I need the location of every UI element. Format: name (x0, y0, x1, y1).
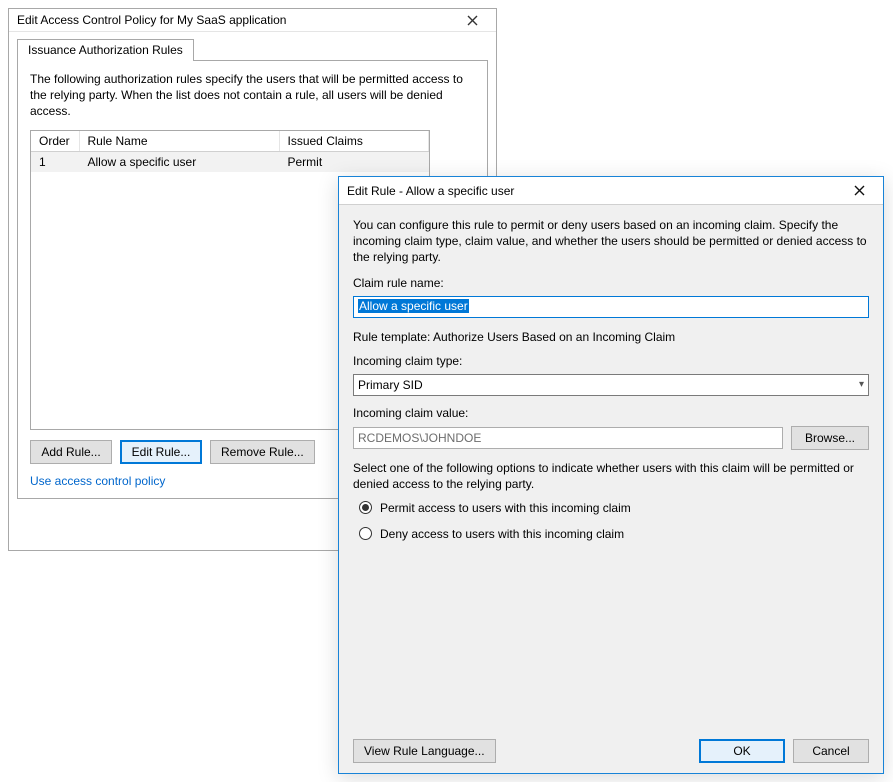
tab-issuance-authorization-rules[interactable]: Issuance Authorization Rules (17, 39, 194, 61)
cell-rule-name: Allow a specific user (79, 151, 279, 172)
remove-rule-button[interactable]: Remove Rule... (210, 440, 315, 464)
incoming-claim-type-select[interactable]: Primary SID ▾ (353, 374, 869, 396)
edit-rule-dialog: Edit Rule - Allow a specific user You ca… (338, 176, 884, 774)
edit-rule-button[interactable]: Edit Rule... (120, 440, 202, 464)
claim-rule-name-label: Claim rule name: (353, 276, 869, 290)
tab-strip: Issuance Authorization Rules (17, 38, 488, 60)
cell-issued-claims: Permit (279, 151, 429, 172)
col-order[interactable]: Order (31, 131, 79, 152)
close-icon[interactable] (454, 9, 490, 31)
incoming-claim-type-value: Primary SID (358, 378, 423, 392)
table-row[interactable]: 1 Allow a specific user Permit (31, 151, 429, 172)
col-issued-claims[interactable]: Issued Claims (279, 131, 429, 152)
incoming-claim-value-label: Incoming claim value: (353, 406, 869, 420)
close-icon[interactable] (841, 180, 877, 202)
radio-icon (359, 501, 372, 514)
options-intro-text: Select one of the following options to i… (353, 460, 869, 492)
rule-template-text: Rule template: Authorize Users Based on … (353, 330, 869, 344)
cancel-button[interactable]: Cancel (793, 739, 869, 763)
view-rule-language-button[interactable]: View Rule Language... (353, 739, 496, 763)
dialog-title: Edit Access Control Policy for My SaaS a… (17, 13, 286, 27)
chevron-down-icon: ▾ (859, 379, 864, 390)
claim-rule-name-input[interactable]: Allow a specific user (353, 296, 869, 318)
radio-permit-label: Permit access to users with this incomin… (380, 501, 631, 515)
dialog-title: Edit Rule - Allow a specific user (347, 184, 514, 198)
radio-deny-label: Deny access to users with this incoming … (380, 527, 624, 541)
radio-permit[interactable]: Permit access to users with this incomin… (359, 501, 869, 515)
add-rule-button[interactable]: Add Rule... (30, 440, 112, 464)
browse-button[interactable]: Browse... (791, 426, 869, 450)
dialog-titlebar: Edit Access Control Policy for My SaaS a… (9, 9, 496, 32)
incoming-claim-value-input[interactable] (353, 427, 783, 449)
rules-description: The following authorization rules specif… (30, 71, 475, 120)
ok-button[interactable]: OK (699, 739, 785, 763)
radio-deny[interactable]: Deny access to users with this incoming … (359, 527, 869, 541)
cell-order: 1 (31, 151, 79, 172)
col-rule-name[interactable]: Rule Name (79, 131, 279, 152)
incoming-claim-type-label: Incoming claim type: (353, 354, 869, 368)
dialog-titlebar: Edit Rule - Allow a specific user (339, 177, 883, 205)
rule-intro-text: You can configure this rule to permit or… (353, 217, 869, 266)
claim-rule-name-value: Allow a specific user (358, 299, 469, 313)
radio-icon (359, 527, 372, 540)
